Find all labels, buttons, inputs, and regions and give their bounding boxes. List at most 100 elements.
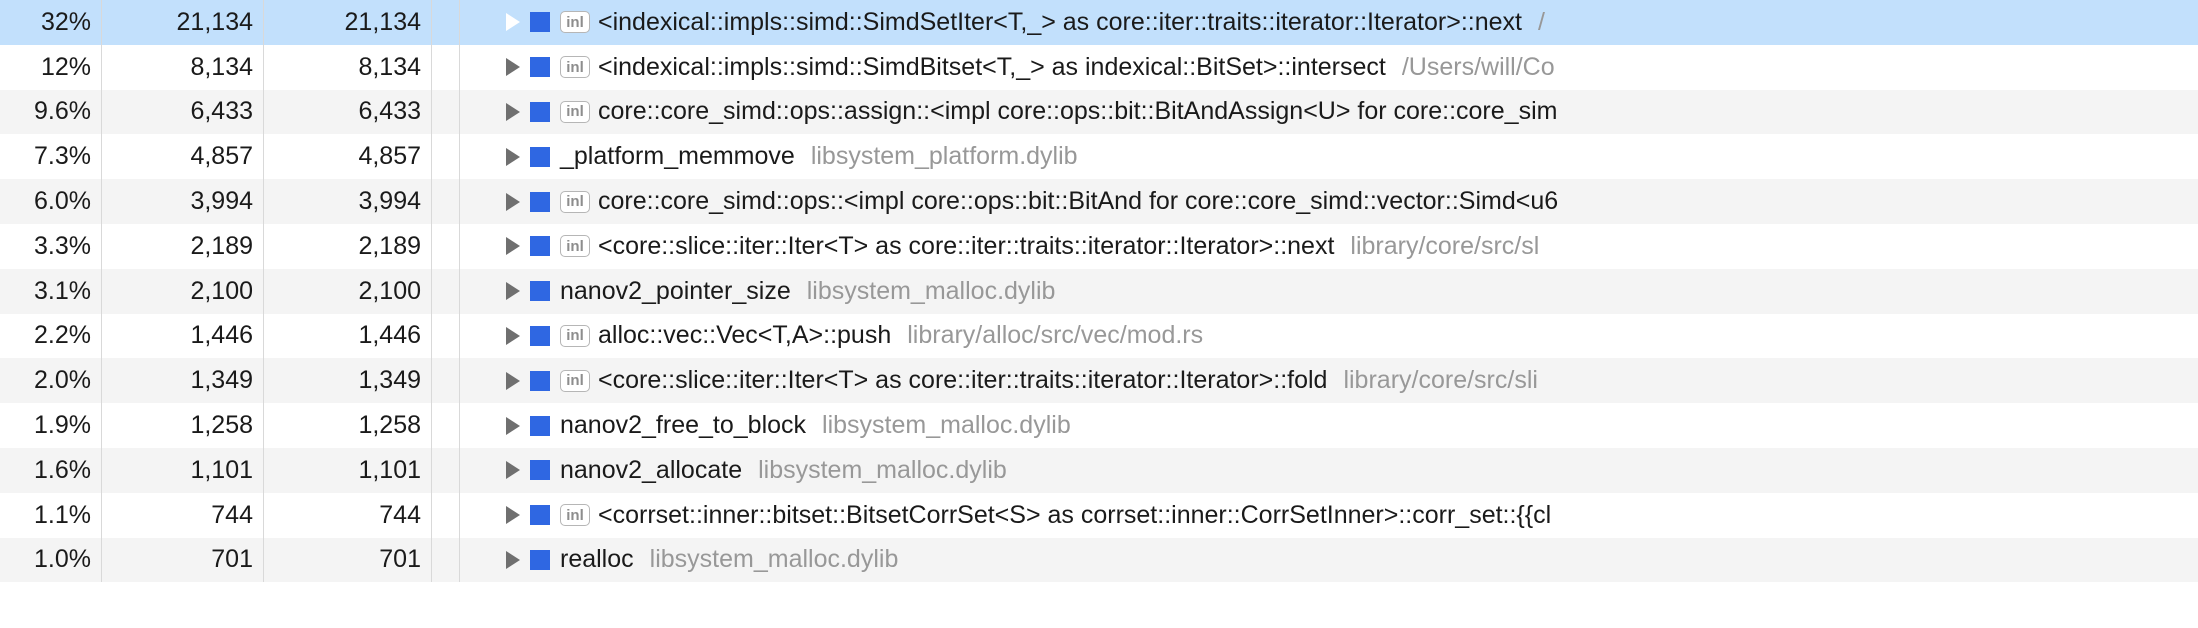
spacer-cell [432,448,460,493]
percent-cell: 1.9% [0,403,102,448]
source-path: library/alloc/src/vec/mod.rs [907,321,1203,350]
symbol-cell: inl <core::slice::iter::Iter<T> as core:… [460,358,2198,403]
color-swatch-icon [530,460,550,480]
symbol-name: core::core_simd::ops::assign::<impl core… [598,97,1557,126]
table-row[interactable]: 9.6% 6,433 6,433 inl core::core_simd::op… [0,90,2198,135]
disclosure-closed-icon[interactable] [506,372,520,390]
symbol-cell: nanov2_free_to_block libsystem_malloc.dy… [460,403,2198,448]
disclosure-closed-icon[interactable] [506,237,520,255]
disclosure-closed-icon[interactable] [506,193,520,211]
count1-cell: 701 [102,538,264,583]
count1-cell: 1,258 [102,403,264,448]
percent-cell: 1.6% [0,448,102,493]
table-row[interactable]: 3.1% 2,100 2,100 nanov2_pointer_size lib… [0,269,2198,314]
count1-cell: 21,134 [102,0,264,45]
source-path: /Users/will/Co [1402,53,1555,82]
disclosure-closed-icon[interactable] [506,58,520,76]
table-row[interactable]: 1.6% 1,101 1,101 nanov2_allocate libsyst… [0,448,2198,493]
color-swatch-icon [530,102,550,122]
color-swatch-icon [530,326,550,346]
disclosure-closed-icon[interactable] [506,506,520,524]
table-row[interactable]: 3.3% 2,189 2,189 inl <core::slice::iter:… [0,224,2198,269]
color-swatch-icon [530,550,550,570]
inline-badge-icon: inl [560,191,590,213]
count1-cell: 6,433 [102,90,264,135]
symbol-name: _platform_memmove [560,142,795,171]
table-row[interactable]: 2.0% 1,349 1,349 inl <core::slice::iter:… [0,358,2198,403]
symbol-cell: inl <indexical::impls::simd::SimdSetIter… [460,0,2198,45]
table-row[interactable]: 7.3% 4,857 4,857 _platform_memmove libsy… [0,134,2198,179]
color-swatch-icon [530,416,550,436]
table-row[interactable]: 6.0% 3,994 3,994 inl core::core_simd::op… [0,179,2198,224]
disclosure-closed-icon[interactable] [506,103,520,121]
spacer-cell [432,358,460,403]
disclosure-open-icon[interactable] [506,13,520,31]
count2-cell: 701 [264,538,432,583]
disclosure-closed-icon[interactable] [506,282,520,300]
disclosure-closed-icon[interactable] [506,327,520,345]
color-swatch-icon [530,147,550,167]
inline-badge-icon: inl [560,504,590,526]
count2-cell: 6,433 [264,90,432,135]
symbol-name: nanov2_pointer_size [560,277,791,306]
spacer-cell [432,224,460,269]
count1-cell: 744 [102,493,264,538]
source-path: libsystem_malloc.dylib [758,456,1007,485]
count1-cell: 1,101 [102,448,264,493]
count2-cell: 2,189 [264,224,432,269]
symbol-name: alloc::vec::Vec<T,A>::push [598,321,891,350]
symbol-cell: inl core::core_simd::ops::<impl core::op… [460,179,2198,224]
percent-cell: 9.6% [0,90,102,135]
percent-cell: 7.3% [0,134,102,179]
symbol-cell: realloc libsystem_malloc.dylib [460,538,2198,583]
disclosure-closed-icon[interactable] [506,148,520,166]
spacer-cell [432,269,460,314]
symbol-name: core::core_simd::ops::<impl core::ops::b… [598,187,1558,216]
profiler-call-tree: 32% 21,134 21,134 inl <indexical::impls:… [0,0,2198,582]
inline-badge-icon: inl [560,56,590,78]
spacer-cell [432,45,460,90]
count2-cell: 1,101 [264,448,432,493]
symbol-name: realloc [560,545,634,574]
disclosure-closed-icon[interactable] [506,551,520,569]
symbol-cell: _platform_memmove libsystem_platform.dyl… [460,134,2198,179]
color-swatch-icon [530,371,550,391]
disclosure-closed-icon[interactable] [506,417,520,435]
count1-cell: 8,134 [102,45,264,90]
count1-cell: 3,994 [102,179,264,224]
count2-cell: 21,134 [264,0,432,45]
source-path: library/core/src/sli [1343,366,1537,395]
count1-cell: 4,857 [102,134,264,179]
count2-cell: 744 [264,493,432,538]
table-row[interactable]: 1.9% 1,258 1,258 nanov2_free_to_block li… [0,403,2198,448]
percent-cell: 12% [0,45,102,90]
inline-badge-icon: inl [560,11,590,33]
symbol-cell: inl <corrset::inner::bitset::BitsetCorrS… [460,493,2198,538]
count2-cell: 4,857 [264,134,432,179]
inline-badge-icon: inl [560,370,590,392]
inline-badge-icon: inl [560,235,590,257]
symbol-name: <corrset::inner::bitset::BitsetCorrSet<S… [598,501,1551,530]
count2-cell: 1,258 [264,403,432,448]
color-swatch-icon [530,281,550,301]
inline-badge-icon: inl [560,325,590,347]
symbol-cell: nanov2_pointer_size libsystem_malloc.dyl… [460,269,2198,314]
disclosure-closed-icon[interactable] [506,461,520,479]
symbol-cell: inl alloc::vec::Vec<T,A>::push library/a… [460,314,2198,359]
table-row[interactable]: 12% 8,134 8,134 inl <indexical::impls::s… [0,45,2198,90]
color-swatch-icon [530,505,550,525]
color-swatch-icon [530,57,550,77]
table-row[interactable]: 32% 21,134 21,134 inl <indexical::impls:… [0,0,2198,45]
symbol-cell: nanov2_allocate libsystem_malloc.dylib [460,448,2198,493]
count2-cell: 1,349 [264,358,432,403]
percent-cell: 2.0% [0,358,102,403]
source-path: library/core/src/sl [1350,232,1539,261]
source-path: libsystem_malloc.dylib [650,545,899,574]
table-row[interactable]: 1.1% 744 744 inl <corrset::inner::bitset… [0,493,2198,538]
table-row[interactable]: 1.0% 701 701 realloc libsystem_malloc.dy… [0,538,2198,583]
count2-cell: 8,134 [264,45,432,90]
spacer-cell [432,179,460,224]
table-row[interactable]: 2.2% 1,446 1,446 inl alloc::vec::Vec<T,A… [0,314,2198,359]
spacer-cell [432,134,460,179]
percent-cell: 32% [0,0,102,45]
